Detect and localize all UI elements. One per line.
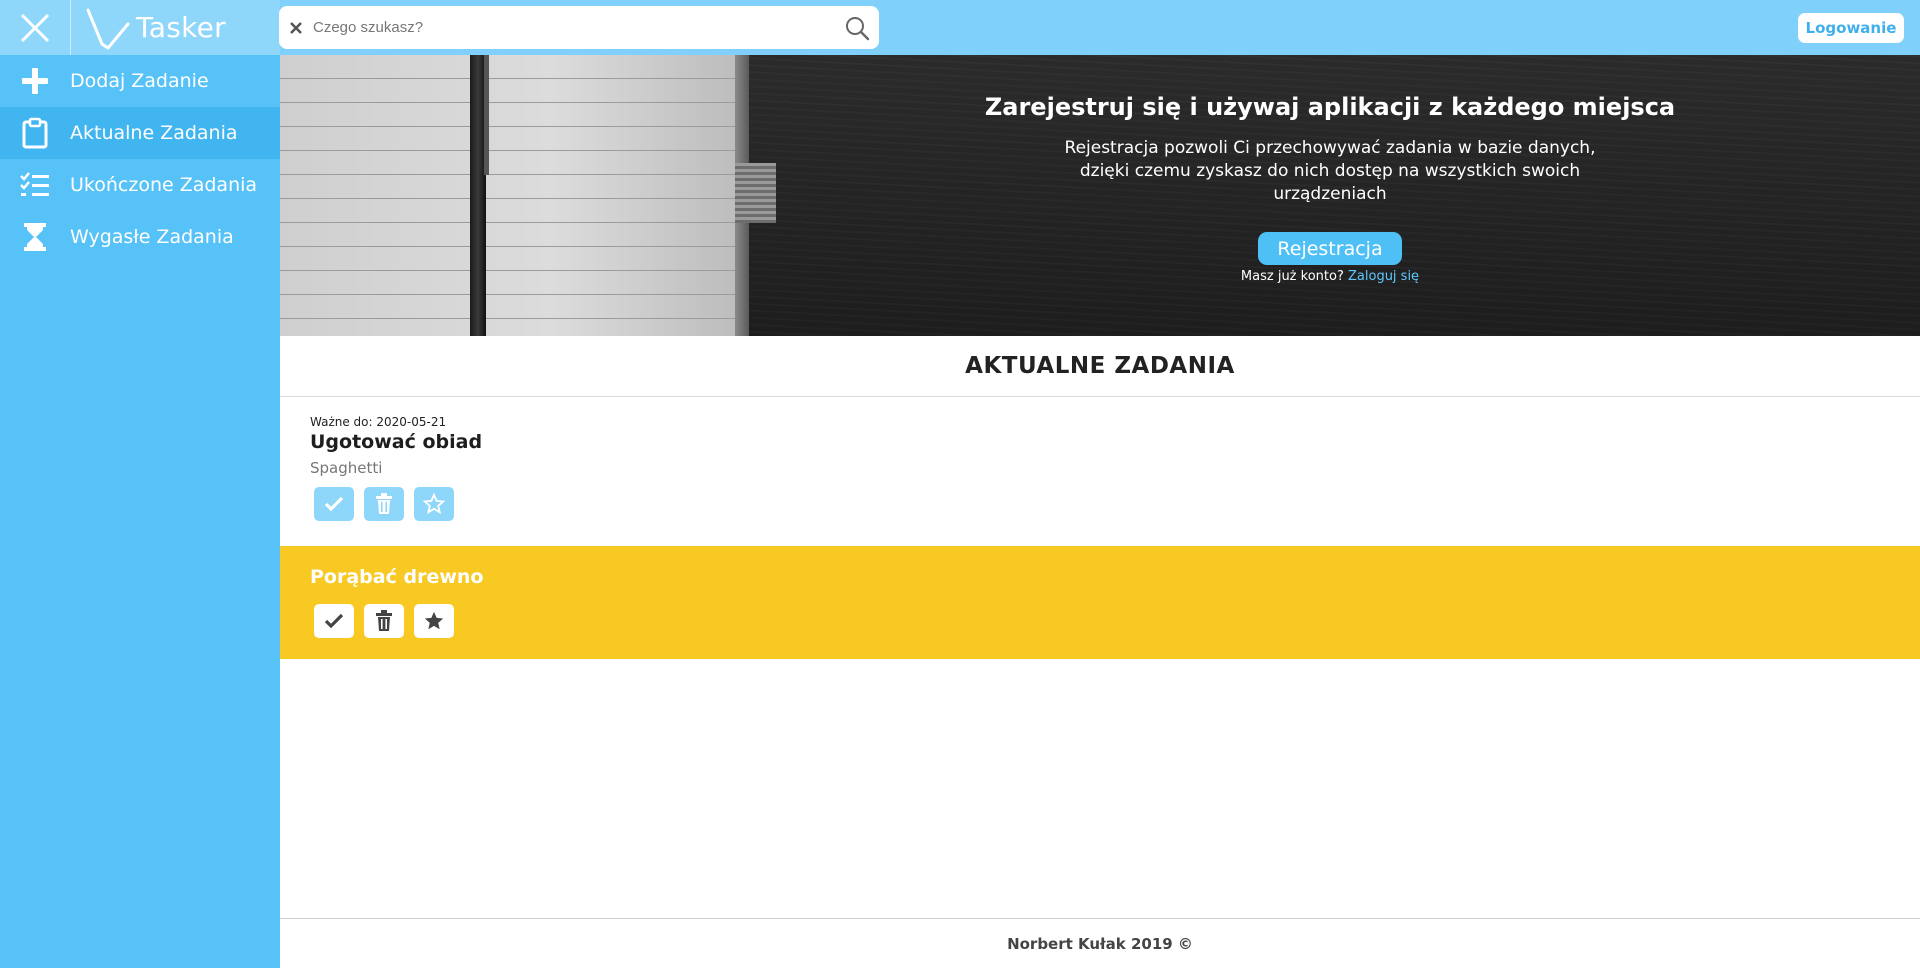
sidebar-item-add-task[interactable]: Dodaj Zadanie [0, 55, 280, 107]
sidebar-item-current-tasks[interactable]: Aktualne Zadania [0, 107, 280, 159]
task-actions [314, 487, 1920, 521]
sidebar-item-expired-tasks[interactable]: Wygasłe Zadania [0, 211, 280, 263]
footer-text: Norbert Kułak 2019 © [1007, 934, 1193, 953]
check-icon [324, 613, 344, 629]
complete-task-button[interactable] [314, 487, 354, 521]
login-link[interactable]: Zaloguj się [1348, 269, 1419, 284]
sidebar-item-label: Dodaj Zadanie [70, 70, 209, 92]
task-actions [314, 604, 1920, 638]
trash-icon [376, 610, 392, 631]
clear-search-button[interactable] [279, 6, 313, 49]
hero-login-line: Masz już konto? Zaloguj się [750, 269, 1910, 284]
top-bar: Tasker Logowanie [0, 0, 1920, 55]
task-title: Porąbać drewno [310, 566, 484, 588]
hourglass-icon [0, 211, 70, 263]
clear-icon [290, 21, 302, 34]
sidebar-item-label: Wygasłe Zadania [70, 226, 234, 248]
task-description: Spaghetti [310, 459, 383, 477]
close-icon [20, 13, 50, 43]
task-title: Ugotować obiad [310, 431, 483, 453]
unmark-important-button[interactable] [414, 604, 454, 638]
register-button[interactable]: Rejestracja [1258, 232, 1402, 265]
search-bar [279, 6, 879, 49]
delete-task-button[interactable] [364, 604, 404, 638]
check-icon [324, 496, 344, 512]
task-due-date: Ważne do: 2020-05-21 [310, 415, 447, 429]
star-outline-icon [423, 493, 445, 515]
close-menu-button[interactable] [14, 9, 56, 47]
task-item-important: Porąbać drewno [280, 546, 1920, 659]
hero-banner: Zarejestruj się i używaj aplikacji z każ… [280, 55, 1920, 336]
brand-zone: Tasker [0, 0, 280, 55]
mark-important-button[interactable] [414, 487, 454, 521]
complete-task-button[interactable] [314, 604, 354, 638]
hero-pen-clip [484, 55, 489, 175]
sidebar: Dodaj Zadanie Aktualne Zadania Ukończone… [0, 55, 280, 968]
page-title: AKTUALNE ZADANIA [280, 336, 1920, 397]
hero-content: Zarejestruj się i używaj aplikacji z każ… [750, 55, 1910, 336]
sidebar-item-label: Ukończone Zadania [70, 174, 258, 196]
brand-divider [70, 0, 71, 55]
sidebar-item-completed-tasks[interactable]: Ukończone Zadania [0, 159, 280, 211]
have-account-text: Masz już konto? [1240, 269, 1344, 284]
plus-icon [0, 55, 70, 107]
app-name: Tasker [136, 10, 226, 44]
footer: Norbert Kułak 2019 © [280, 918, 1920, 968]
app-logo[interactable]: Tasker [84, 4, 226, 50]
hero-background-image [280, 55, 735, 336]
star-filled-icon [424, 611, 444, 630]
hero-text: Rejestracja pozwoli Ci przechowywać zada… [1064, 138, 1596, 204]
delete-task-button[interactable] [364, 487, 404, 521]
task-item: Ważne do: 2020-05-21 Ugotować obiad Spag… [280, 397, 1920, 546]
hero-title: Zarejestruj się i używaj aplikacji z każ… [984, 93, 1676, 121]
trash-icon [376, 493, 392, 514]
search-input[interactable] [313, 6, 835, 49]
check-logo-icon [86, 8, 130, 50]
search-button[interactable] [835, 6, 879, 49]
checklist-icon [0, 159, 70, 211]
login-button[interactable]: Logowanie [1798, 13, 1904, 43]
clipboard-icon [0, 107, 70, 159]
search-icon [846, 16, 870, 40]
sidebar-item-label: Aktualne Zadania [70, 122, 238, 144]
